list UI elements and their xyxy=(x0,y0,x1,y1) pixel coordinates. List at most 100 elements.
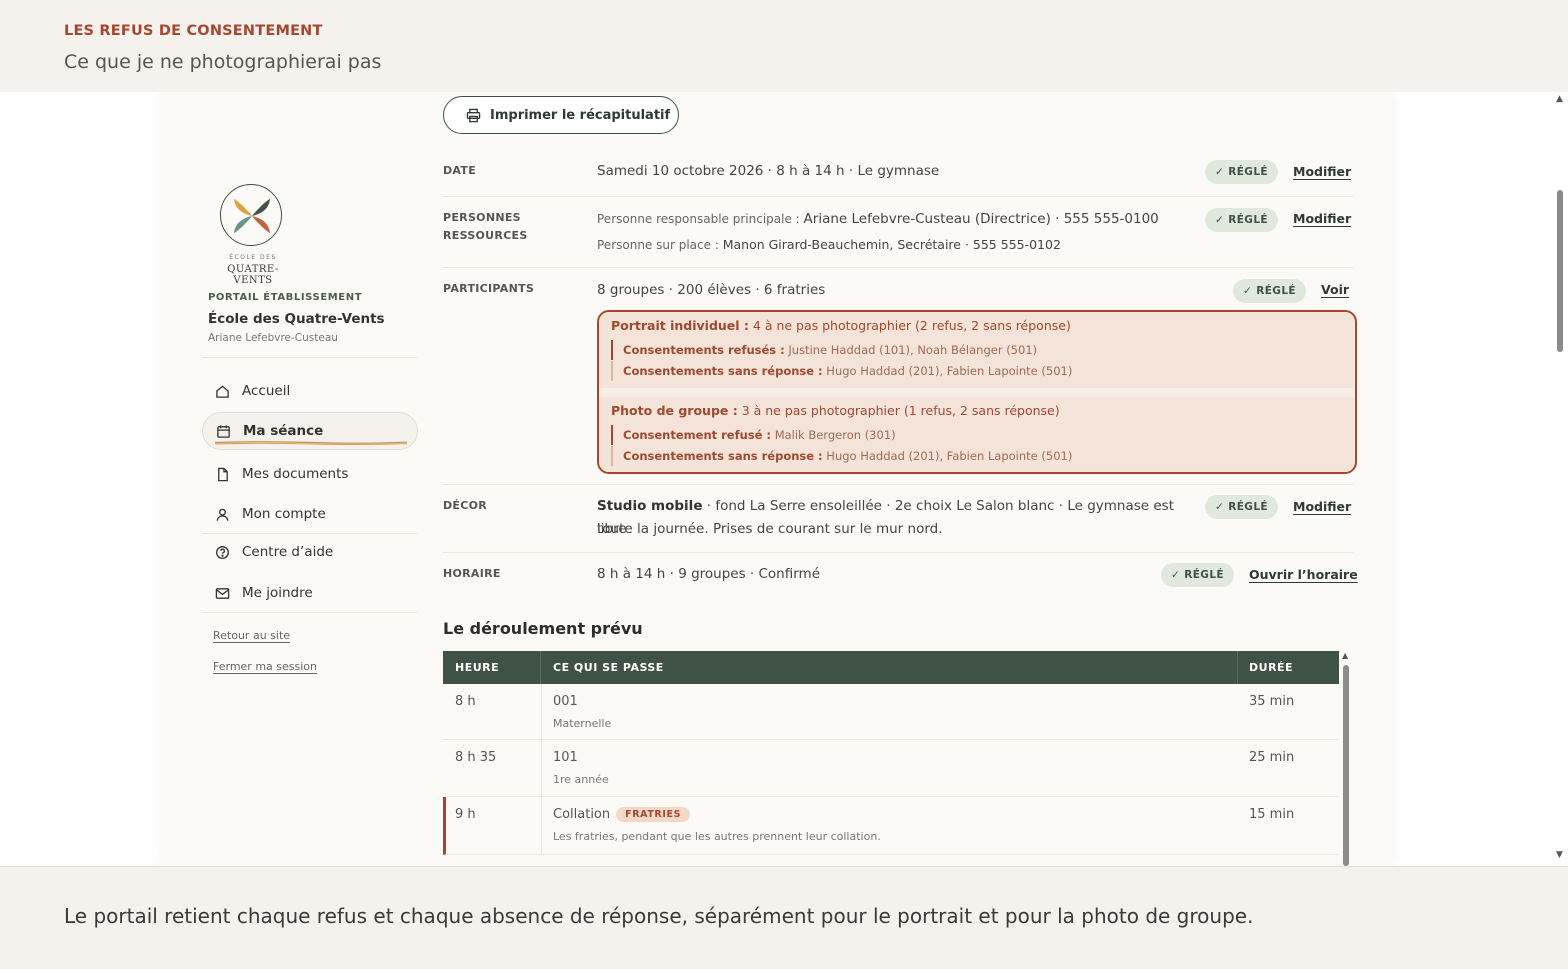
row-what: 001 xyxy=(553,694,578,709)
help-icon xyxy=(214,544,230,560)
user-name: Ariane Lefebvre-Custeau xyxy=(208,332,338,344)
row-duration: 25 min xyxy=(1249,750,1295,765)
people-modify-link[interactable]: Modifier xyxy=(1293,211,1351,226)
logout-link[interactable]: Fermer ma session xyxy=(213,660,317,673)
refusal-portrait: Portrait individuel : 4 à ne pas photogr… xyxy=(599,312,1354,388)
school-name: École des Quatre-Vents xyxy=(208,311,385,327)
page-scrollbar[interactable]: ▲ ▼ xyxy=(1552,92,1568,866)
active-underline xyxy=(215,441,407,445)
home-icon xyxy=(214,383,230,399)
logo-subtext: ÉCOLE DES xyxy=(229,254,277,261)
people-onsite-prefix: Personne sur place : xyxy=(597,238,723,252)
timeline-title: Le déroulement prévu xyxy=(443,619,643,638)
nav-label: Mes documents xyxy=(242,466,349,482)
col-quoi: CE QUI SE PASSE xyxy=(553,661,664,674)
date-label: DATE xyxy=(443,164,477,177)
nav-item-ma-seance[interactable]: Ma séance xyxy=(202,412,418,450)
nav-label: Ma séance xyxy=(243,423,324,439)
participants-view-link[interactable]: Voir xyxy=(1321,282,1349,297)
refusal-group: Photo de groupe : 3 à ne pas photographi… xyxy=(599,397,1354,472)
row-divider xyxy=(443,552,1353,553)
people-onsite: Personne sur place : Manon Girard-Beauch… xyxy=(597,233,1061,257)
document-icon xyxy=(214,466,230,482)
participants-value: 8 groupes · 200 élèves · 6 fratries xyxy=(597,282,826,298)
refusal-group-refused: Consentement refusé : Malik Bergeron (30… xyxy=(611,425,1311,445)
user-icon xyxy=(214,506,230,522)
scroll-down-icon[interactable]: ▼ xyxy=(1556,850,1563,860)
row-duration: 15 min xyxy=(1249,807,1295,822)
schedule-label: HORAIRE xyxy=(443,567,501,580)
people-onsite-value: Manon Girard-Beauchemin, Secrétaire · 55… xyxy=(722,237,1061,252)
refusal-portrait-noreply: Consentements sans réponse : Hugo Haddad… xyxy=(611,361,1311,381)
nav-label: Mon compte xyxy=(242,506,326,522)
top-band: LES REFUS DE CONSENTEMENT Ce que je ne p… xyxy=(0,0,1568,92)
people-primary: Personne responsable principale : Ariane… xyxy=(597,208,1159,231)
row-time: 8 h 35 xyxy=(455,750,497,765)
nav-item-centre-aide[interactable]: Centre d’aide xyxy=(202,533,418,571)
logo-emblem xyxy=(220,184,282,246)
schedule-value: 8 h à 14 h · 9 groupes · Confirmé xyxy=(597,566,821,582)
col-duree: DURÉE xyxy=(1249,661,1294,674)
table-row: 9 h Collation FRATRIES Les fratries, pend… xyxy=(443,797,1339,855)
section-subtitle: Ce que je ne photographierai pas xyxy=(64,51,382,73)
date-status-badge: ✓ RÉGLÉ xyxy=(1205,160,1278,184)
table-row: 8 h 35 101 1re année 25 min xyxy=(443,740,1339,797)
people-status-badge: ✓ RÉGLÉ xyxy=(1205,208,1278,232)
col-divider xyxy=(1237,651,1238,684)
nav-item-mon-compte[interactable]: Mon compte xyxy=(202,495,418,533)
page-scroll-thumb[interactable] xyxy=(1557,190,1563,352)
timeline-table: HEURE CE QUI SE PASSE DURÉE 8 h 001 Mate… xyxy=(443,651,1339,866)
nav-item-me-joindre[interactable]: Me joindre xyxy=(202,574,418,612)
mail-icon xyxy=(214,585,230,601)
refusal-group-heading: Photo de groupe : 3 à ne pas photographi… xyxy=(611,403,1060,418)
refusal-portrait-heading: Portrait individuel : 4 à ne pas photogr… xyxy=(611,318,1071,333)
nav-item-accueil[interactable]: Accueil xyxy=(202,372,418,410)
table-row: 8 h 001 Maternelle 35 min xyxy=(443,684,1339,740)
nav-label: Centre d’aide xyxy=(242,544,334,560)
divider xyxy=(202,357,417,358)
table-scrollbar[interactable]: ▲ xyxy=(1339,651,1353,866)
nav-label: Accueil xyxy=(242,383,291,399)
table-header: HEURE CE QUI SE PASSE DURÉE xyxy=(443,651,1339,684)
participants-label: PARTICIPANTS xyxy=(443,282,535,295)
row-what: 101 xyxy=(553,750,578,765)
decor-label: DÉCOR xyxy=(443,499,488,512)
people-label: PERSONNES RESSOURCES xyxy=(443,211,528,242)
refusal-group-noreply: Consentements sans réponse : Hugo Haddad… xyxy=(611,446,1311,466)
back-to-site-link[interactable]: Retour au site xyxy=(213,629,290,642)
open-schedule-link[interactable]: Ouvrir l’horaire xyxy=(1249,567,1358,582)
people-primary-value: Ariane Lefebvre-Custeau (Directrice) · 5… xyxy=(803,211,1159,227)
decor-status-badge: ✓ RÉGLÉ xyxy=(1205,495,1278,519)
divider xyxy=(202,612,417,613)
participants-status-badge: ✓ RÉGLÉ xyxy=(1233,279,1306,303)
col-divider xyxy=(540,651,541,684)
scroll-up-icon[interactable]: ▲ xyxy=(1556,94,1563,104)
row-divider xyxy=(443,267,1353,268)
printer-icon xyxy=(466,108,481,123)
scroll-up-icon[interactable]: ▲ xyxy=(1342,651,1348,660)
row-what: Collation FRATRIES xyxy=(553,807,691,822)
date-modify-link[interactable]: Modifier xyxy=(1293,164,1351,179)
caption: Le portail retient chaque refus et chaqu… xyxy=(64,904,1254,928)
row-duration: 35 min xyxy=(1249,694,1295,709)
print-button-label: Imprimer le récapitulatif xyxy=(490,107,671,123)
row-time: 9 h xyxy=(455,807,476,822)
table-scroll-thumb[interactable] xyxy=(1343,665,1349,866)
row-sub: Les fratries, pendant que les autres pre… xyxy=(553,830,881,843)
print-summary-button[interactable]: Imprimer le récapitulatif xyxy=(443,96,679,134)
fratries-badge: FRATRIES xyxy=(616,807,691,822)
refusal-portrait-refused: Consentements refusés : Justine Haddad (… xyxy=(611,340,1311,360)
nav-item-mes-documents[interactable]: Mes documents xyxy=(202,455,418,493)
decor-value-line2: toute la journée. Prises de courant sur … xyxy=(597,521,943,537)
date-value: Samedi 10 octobre 2026 · 8 h à 14 h · Le… xyxy=(597,163,940,179)
decor-modify-link[interactable]: Modifier xyxy=(1293,499,1351,514)
people-primary-prefix: Personne responsable principale : xyxy=(597,212,804,226)
calendar-icon xyxy=(215,423,231,439)
section-eyebrow: LES REFUS DE CONSENTEMENT xyxy=(64,23,323,39)
row-sub: Maternelle xyxy=(553,717,612,730)
row-sub: 1re année xyxy=(553,773,609,786)
bottom-band: Le portail retient chaque refus et chaqu… xyxy=(0,866,1568,969)
browser-viewport: ÉCOLE DES QUATRE-VENTS PORTAIL ÉTABLISSE… xyxy=(0,92,1568,866)
nav-label: Me joindre xyxy=(242,585,313,601)
portal-app: ÉCOLE DES QUATRE-VENTS PORTAIL ÉTABLISSE… xyxy=(162,92,1392,866)
